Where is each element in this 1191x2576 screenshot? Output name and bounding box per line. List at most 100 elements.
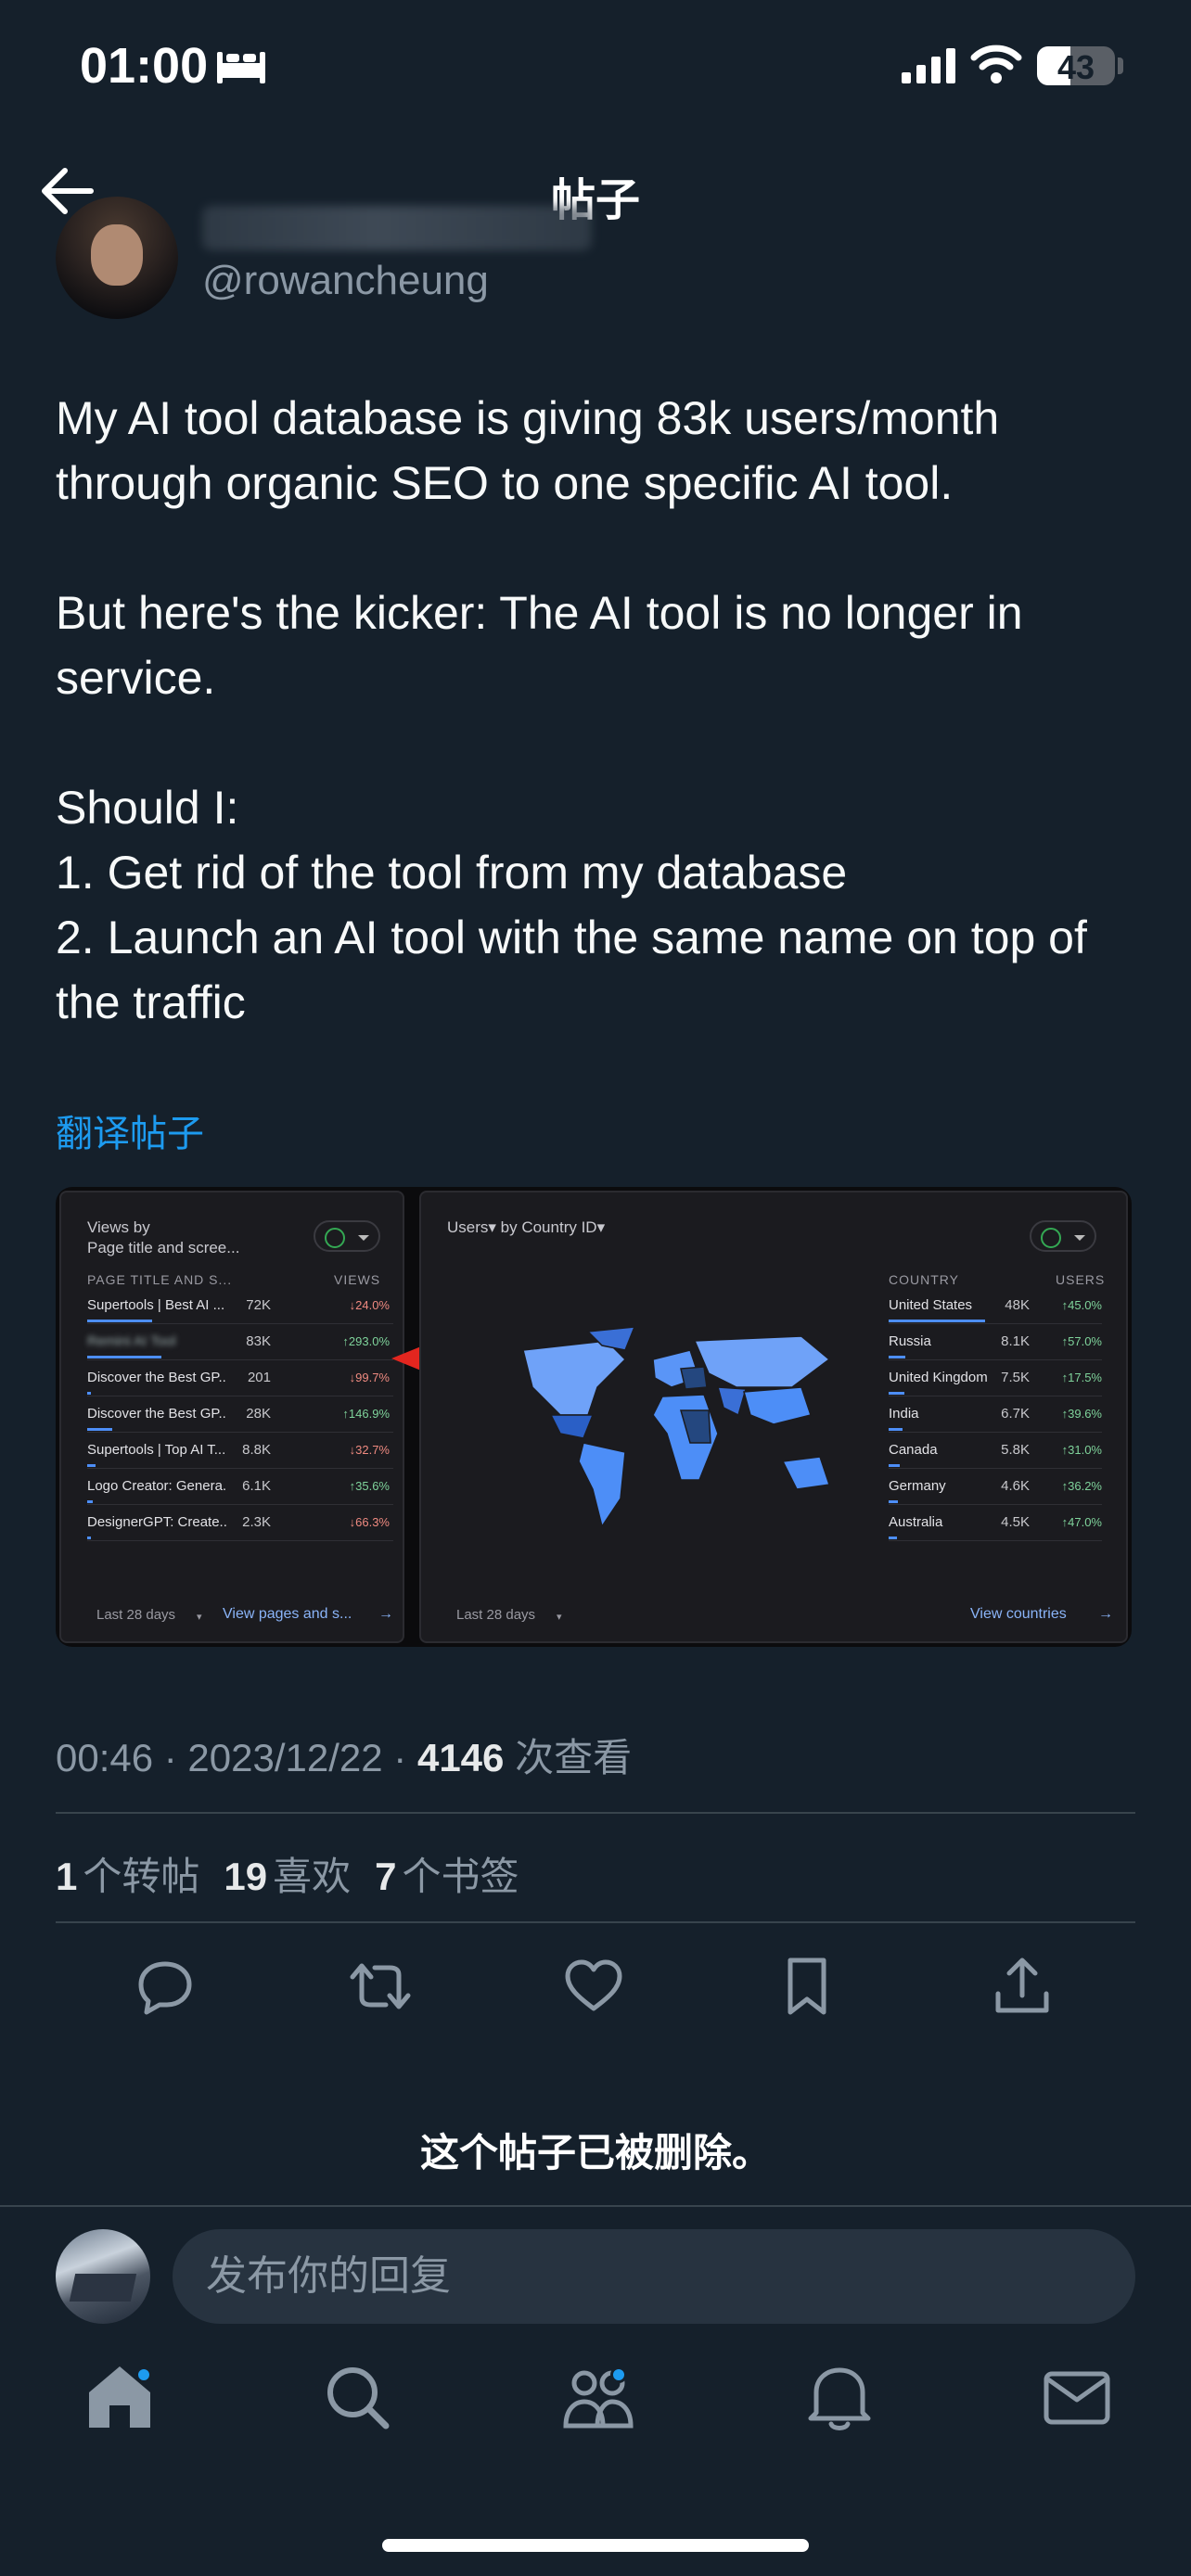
row-delta: ↑36.2% <box>1061 1479 1102 1493</box>
arrow-right-icon: → <box>378 1606 393 1622</box>
views-label: 次查看 <box>504 1736 633 1779</box>
user-avatar[interactable] <box>56 2229 150 2324</box>
row-value: 7.5K <box>1001 1370 1030 1385</box>
share-icon[interactable] <box>989 1953 1056 2020</box>
arrow-right-icon: → <box>1098 1606 1113 1622</box>
tweet-timestamp-views: 00:46 · 2023/12/22 · 4146 次查看 <box>56 1727 632 1783</box>
row-value: 6.1K <box>242 1478 271 1494</box>
battery-indicator: 43 <box>1037 46 1115 86</box>
action-bar <box>0 1953 1191 2020</box>
row-value: 5.8K <box>1001 1442 1030 1458</box>
notification-dot <box>135 2366 152 2383</box>
date-range: Last 28 days <box>456 1607 536 1623</box>
reply-input[interactable] <box>173 2229 1135 2324</box>
page-row: Supertools | Best AI ... 72K ↓24.0% <box>87 1289 393 1324</box>
messages-icon[interactable] <box>1035 2355 1119 2439</box>
bookmark-icon[interactable] <box>774 1953 840 2020</box>
panel-title: Views by <box>87 1218 150 1236</box>
bookmark-count: 7 <box>375 1855 397 1898</box>
panel-subtitle: Page title and scree... <box>87 1239 240 1256</box>
country-row: United Kingdom 7.5K ↑17.5% <box>889 1361 1102 1396</box>
row-bar <box>889 1500 898 1503</box>
wifi-icon <box>970 45 1022 83</box>
deleted-post-notice: 这个帖子已被删除。 <box>419 2131 771 2174</box>
row-bar <box>87 1428 112 1431</box>
column-header: VIEWS <box>334 1272 381 1287</box>
top-nav: 帖子 <box>0 139 1191 241</box>
retweet-stat[interactable]: 1 个转帖 <box>56 1845 199 1902</box>
country-row: Germany 4.6K ↑36.2% <box>889 1470 1102 1505</box>
row-delta: ↓99.7% <box>349 1371 390 1384</box>
row-bar <box>889 1537 897 1539</box>
tweet-paragraph: My AI tool database is giving 83k users/… <box>56 392 1000 509</box>
bookmark-stat[interactable]: 7 个书签 <box>375 1845 519 1902</box>
engagement-stats: 1 个转帖 19 喜欢 7 个书签 <box>56 1845 519 1902</box>
sleep-mode-icon <box>217 52 265 83</box>
like-count: 19 <box>224 1855 268 1898</box>
view-pages-link: View pages and s... <box>223 1606 352 1622</box>
cellular-signal-icon <box>902 48 955 83</box>
home-indicator[interactable] <box>382 2539 809 2552</box>
tweet-spacer <box>56 516 1141 580</box>
tweet-paragraph: Should I: 1. Get rid of the tool from my… <box>56 782 1087 1028</box>
row-name: Logo Creator: Genera... <box>87 1478 226 1494</box>
row-value: 8.1K <box>1001 1333 1030 1349</box>
communities-icon[interactable] <box>557 2355 640 2439</box>
tweet-paragraph: But here's the kicker: The AI tool is no… <box>56 587 1023 704</box>
analytics-panel-pages: Views by Page title and scree... PAGE TI… <box>59 1191 404 1643</box>
row-bar <box>87 1500 93 1503</box>
page-row: DesignerGPT: Create... 2.3K ↓66.3% <box>87 1506 393 1541</box>
analytics-panel-countries: Users▾ by Country ID▾ COUNTRY USERS Unit… <box>419 1191 1128 1643</box>
retweet-icon[interactable] <box>347 1953 414 2020</box>
row-value: 4.5K <box>1001 1514 1030 1530</box>
row-delta: ↓32.7% <box>349 1443 390 1457</box>
chevron-down-icon: ▾ <box>557 1612 562 1623</box>
author-avatar[interactable] <box>56 197 178 319</box>
like-stat[interactable]: 19 喜欢 <box>224 1845 351 1902</box>
like-icon[interactable] <box>560 1953 627 2020</box>
page-row: Discover the Best GP... 28K ↑146.9% <box>87 1397 393 1433</box>
country-row: Russia 8.1K ↑57.0% <box>889 1325 1102 1360</box>
status-time: 01:00 <box>80 38 209 94</box>
row-delta: ↑31.0% <box>1061 1443 1102 1457</box>
search-icon[interactable] <box>315 2355 399 2439</box>
tweet-media-image[interactable]: Views by Page title and scree... PAGE TI… <box>56 1187 1132 1647</box>
reply-icon[interactable] <box>132 1953 198 2020</box>
row-delta: ↑35.6% <box>349 1479 390 1493</box>
tweet-spacer <box>56 710 1141 775</box>
page-row: Remini AI Tool 83K ↑293.0% <box>87 1325 393 1360</box>
check-dropdown-icon <box>314 1220 380 1252</box>
row-value: 48K <box>1005 1297 1030 1313</box>
panel-title: Users▾ by Country ID▾ <box>447 1218 606 1236</box>
author-name-obscured[interactable] <box>202 206 592 250</box>
row-name: Remini AI Tool <box>87 1333 176 1349</box>
reply-composer <box>0 2205 1191 2335</box>
row-bar <box>87 1464 96 1467</box>
row-name: Discover the Best GP... <box>87 1406 226 1422</box>
timestamp: 00:46 · 2023/12/22 · <box>56 1736 417 1779</box>
notifications-icon[interactable] <box>798 2355 881 2439</box>
row-delta: ↑39.6% <box>1061 1407 1102 1421</box>
row-delta: ↓66.3% <box>349 1515 390 1529</box>
author-handle[interactable]: @rowancheung <box>202 258 489 304</box>
row-delta: ↑47.0% <box>1061 1515 1102 1529</box>
row-delta: ↓24.0% <box>349 1298 390 1312</box>
bottom-tab-bar <box>0 2355 1191 2467</box>
row-delta: ↑146.9% <box>342 1407 390 1421</box>
divider <box>56 1812 1135 1814</box>
row-value: 2.3K <box>242 1514 271 1530</box>
date-range: Last 28 days <box>96 1607 176 1623</box>
bookmark-label: 个书签 <box>402 1855 519 1898</box>
row-bar <box>889 1428 903 1431</box>
translate-link[interactable]: 翻译帖子 <box>56 1103 204 1157</box>
tweet-body: My AI tool database is giving 83k users/… <box>56 386 1141 1035</box>
row-name: Discover the Best GP... <box>87 1370 226 1385</box>
row-value: 83K <box>246 1333 271 1349</box>
row-name: Supertools | Best AI ... <box>87 1297 225 1313</box>
row-bar <box>87 1537 91 1539</box>
row-bar <box>87 1392 91 1395</box>
row-value: 201 <box>247 1370 271 1385</box>
chevron-down-icon: ▾ <box>197 1612 202 1623</box>
column-header: USERS <box>1056 1272 1106 1287</box>
row-delta: ↑293.0% <box>342 1334 390 1348</box>
